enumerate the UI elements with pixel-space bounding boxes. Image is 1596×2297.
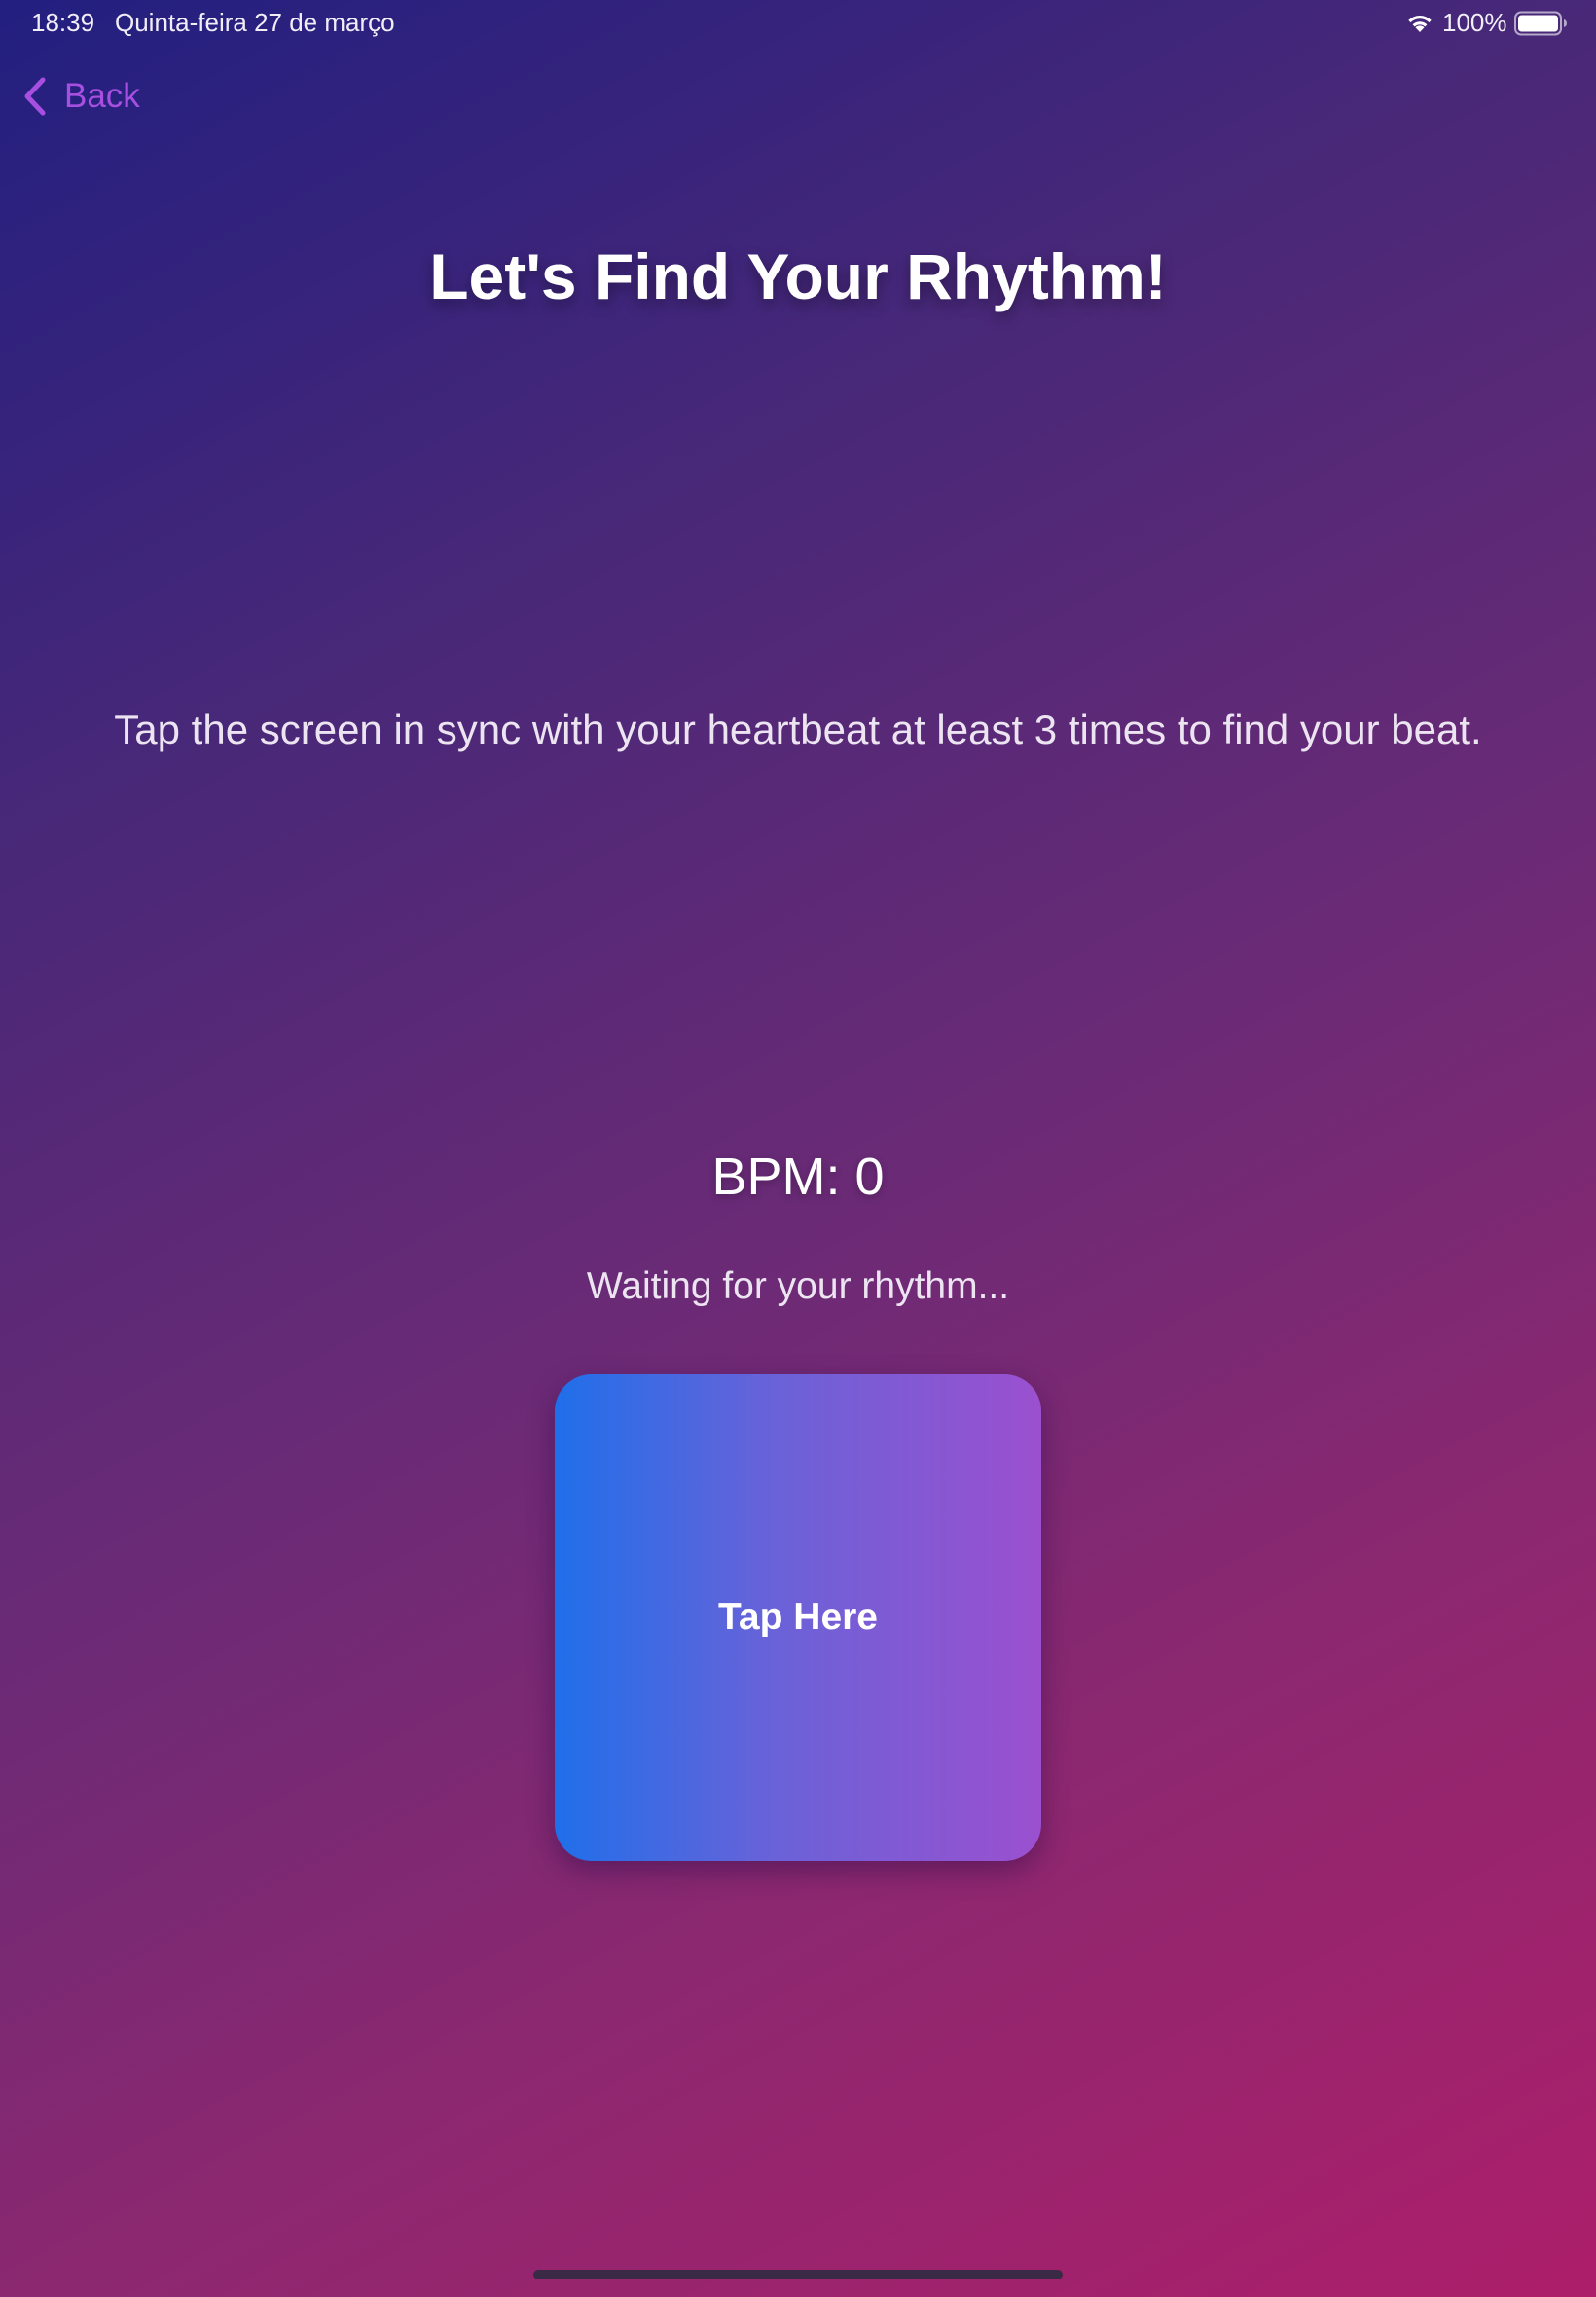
rhythm-screen: 18:39 Quinta-feira 27 de março 100% Back…	[0, 0, 1596, 2297]
status-date: Quinta-feira 27 de março	[115, 8, 395, 37]
status-message: Waiting for your rhythm...	[586, 1265, 1010, 1307]
battery-percent: 100%	[1442, 8, 1507, 37]
tap-here-button[interactable]: Tap Here	[555, 1374, 1041, 1861]
page-title: Let's Find Your Rhythm!	[429, 240, 1167, 312]
bpm-label: BPM:	[711, 1148, 855, 1206]
bpm-value: 0	[854, 1148, 885, 1206]
back-button[interactable]: Back	[21, 70, 140, 123]
home-indicator[interactable]	[533, 2270, 1063, 2279]
instructions-text: Tap the screen in sync with your heartbe…	[114, 707, 1482, 752]
tap-here-label: Tap Here	[718, 1596, 878, 1638]
wifi-icon	[1408, 16, 1432, 32]
battery-icon	[1514, 11, 1567, 36]
bpm-readout: BPM: 0	[0, 1147, 1596, 1207]
status-bar: 18:39 Quinta-feira 27 de março 100%	[0, 0, 1596, 47]
status-time: 18:39	[31, 8, 95, 37]
chevron-left-icon	[24, 77, 46, 116]
back-label: Back	[64, 77, 140, 115]
